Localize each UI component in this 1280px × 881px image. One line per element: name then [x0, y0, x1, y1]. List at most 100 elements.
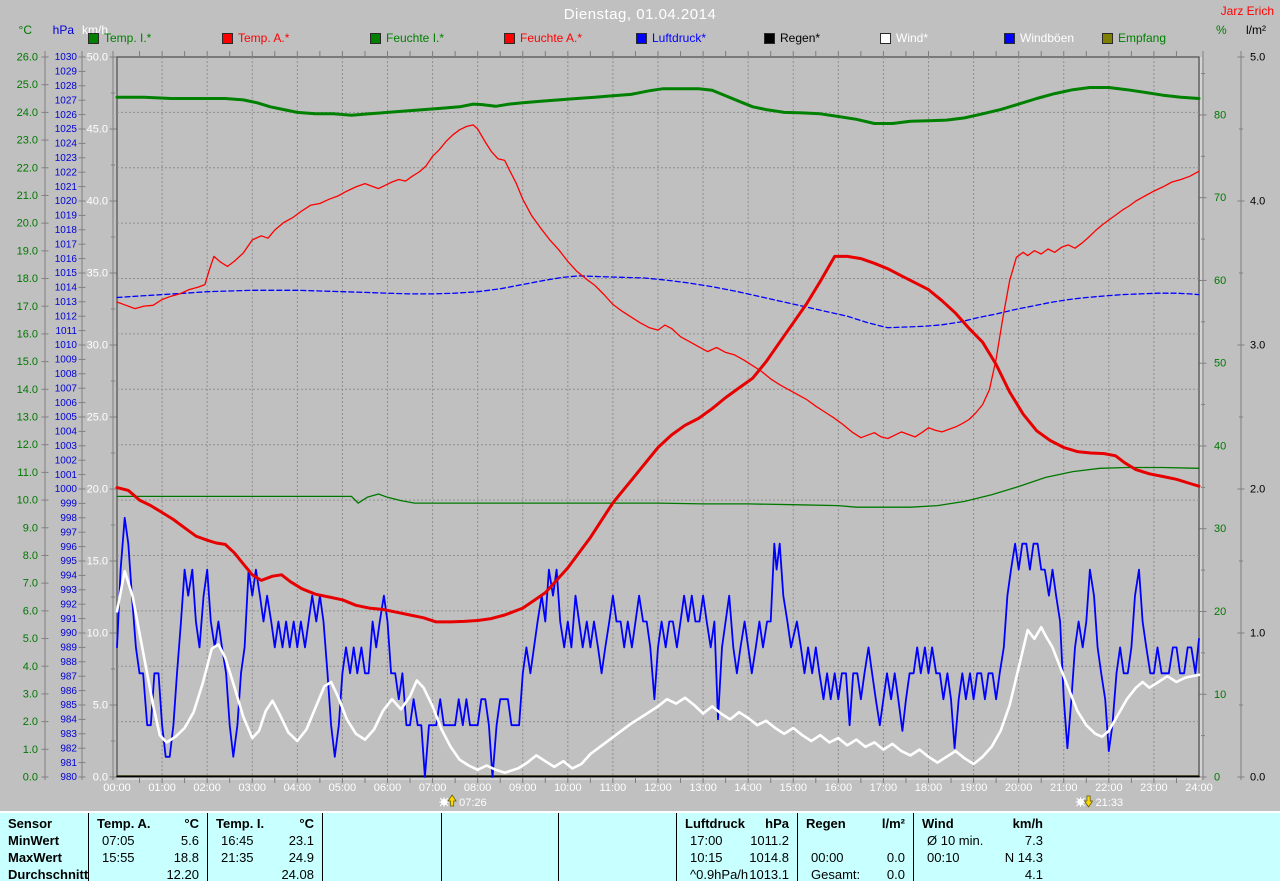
table-cell: 1011.2 [676, 833, 789, 849]
svg-text:1006: 1006 [55, 398, 78, 409]
legend-swatch [1102, 33, 1113, 44]
svg-text:1010: 1010 [55, 340, 78, 351]
svg-text:35.0: 35.0 [87, 268, 108, 280]
weather-app-window: Dienstag, 01.04.2014 Jarz Erich 0.01.02.… [0, 0, 1280, 881]
svg-text:26.0: 26.0 [17, 52, 38, 64]
svg-text:19:00: 19:00 [960, 782, 988, 794]
svg-text:10.0: 10.0 [17, 495, 38, 507]
svg-text:983: 983 [60, 729, 77, 740]
svg-text:30.0: 30.0 [87, 340, 108, 352]
table-cell: hPa [676, 816, 789, 832]
legend-item-feuchte-a-: Feuchte A.* [504, 31, 582, 45]
svg-text:15.0: 15.0 [87, 556, 108, 568]
svg-text:10.0: 10.0 [87, 628, 108, 640]
svg-text:23:00: 23:00 [1140, 782, 1168, 794]
svg-text:1023: 1023 [55, 153, 78, 164]
svg-text:982: 982 [60, 743, 77, 754]
table-cell: N 14.3 [913, 850, 1043, 866]
svg-text:1004: 1004 [55, 427, 78, 438]
svg-text:987: 987 [60, 671, 77, 682]
legend-label: Temp. I.* [104, 31, 151, 45]
table-cell: °C [88, 816, 199, 832]
weather-chart: 0.01.02.03.04.05.06.07.08.09.010.011.012… [0, 0, 1280, 810]
svg-text:60: 60 [1214, 275, 1226, 287]
svg-text:1.0: 1.0 [1250, 628, 1265, 640]
svg-text:24.0: 24.0 [17, 107, 38, 119]
legend-label: Windböen [1020, 31, 1074, 45]
legend-item-luftdruck-: Luftdruck* [636, 31, 706, 45]
table-cell: 12.20 [88, 867, 199, 881]
svg-text:30: 30 [1214, 523, 1226, 535]
svg-text:1022: 1022 [55, 167, 78, 178]
svg-text:16:00: 16:00 [825, 782, 853, 794]
svg-text:0.0: 0.0 [1250, 772, 1265, 784]
svg-text:3.0: 3.0 [1250, 340, 1265, 352]
svg-text:991: 991 [60, 614, 77, 625]
svg-text:02:00: 02:00 [193, 782, 221, 794]
legend-item-wind-: Wind* [880, 31, 928, 45]
svg-text:999: 999 [60, 499, 77, 510]
svg-text:22:00: 22:00 [1095, 782, 1123, 794]
svg-text:1009: 1009 [55, 355, 78, 366]
svg-text:06:00: 06:00 [374, 782, 402, 794]
svg-text:1020: 1020 [55, 196, 78, 207]
svg-text:1028: 1028 [55, 81, 78, 92]
svg-text:981: 981 [60, 758, 77, 769]
axis-pct: 01020304050607080% [1200, 23, 1228, 784]
x-axis-labels: 00:0001:0002:0003:0004:0005:0006:0007:00… [103, 782, 1213, 794]
svg-text:10: 10 [1214, 689, 1226, 701]
svg-text:00:00: 00:00 [103, 782, 131, 794]
svg-text:986: 986 [60, 686, 77, 697]
table-row-label: MinWert [8, 833, 59, 849]
svg-text:994: 994 [60, 571, 77, 582]
svg-text:8.0: 8.0 [23, 550, 38, 562]
table-cell: 24.9 [207, 850, 314, 866]
svg-text:22.0: 22.0 [17, 162, 38, 174]
svg-text:1017: 1017 [55, 239, 78, 250]
legend-item-regen-: Regen* [764, 31, 820, 45]
svg-text:1011: 1011 [55, 326, 77, 337]
svg-text:1015: 1015 [55, 268, 78, 279]
svg-text:1007: 1007 [55, 383, 78, 394]
svg-text:996: 996 [60, 542, 77, 553]
svg-text:2.0: 2.0 [1250, 484, 1265, 496]
stats-table: SensorMinWertMaxWertDurchschnittTemp. A.… [0, 811, 1280, 881]
svg-text:1002: 1002 [55, 455, 78, 466]
svg-text:20: 20 [1214, 606, 1226, 618]
svg-text:25.0: 25.0 [87, 412, 108, 424]
svg-text:1008: 1008 [55, 369, 78, 380]
axis-temp: 0.01.02.03.04.05.06.07.08.09.010.011.012… [17, 23, 49, 784]
sunrise-marker: 07:26 [439, 795, 486, 809]
svg-text:20.0: 20.0 [87, 484, 108, 496]
svg-text:08:00: 08:00 [464, 782, 492, 794]
svg-text:1025: 1025 [55, 124, 78, 135]
legend-label: Wind* [896, 31, 928, 45]
svg-text:11:00: 11:00 [600, 782, 627, 794]
svg-text:1030: 1030 [55, 52, 78, 63]
svg-text:1005: 1005 [55, 412, 78, 423]
svg-text:1013: 1013 [55, 297, 78, 308]
svg-text:5.0: 5.0 [93, 700, 108, 712]
table-cell: 18.8 [88, 850, 199, 866]
svg-text:2.0: 2.0 [23, 716, 38, 728]
legend-swatch [504, 33, 515, 44]
svg-text:80: 80 [1214, 109, 1226, 121]
svg-text:13:00: 13:00 [689, 782, 717, 794]
svg-text:07:26: 07:26 [459, 797, 487, 809]
svg-text:1012: 1012 [55, 311, 78, 322]
legend-swatch [764, 33, 775, 44]
svg-text:1027: 1027 [55, 95, 78, 106]
legend-swatch [88, 33, 99, 44]
svg-text:40: 40 [1214, 440, 1226, 452]
svg-text:07:00: 07:00 [419, 782, 447, 794]
svg-text:18:00: 18:00 [915, 782, 943, 794]
axis-kmh: 0.05.010.015.020.025.030.035.040.045.050… [82, 23, 117, 784]
table-row-label: Sensor [8, 816, 52, 832]
svg-text:23.0: 23.0 [17, 135, 38, 147]
svg-text:11.0: 11.0 [17, 467, 38, 479]
svg-text:09:00: 09:00 [509, 782, 537, 794]
table-cell: 1014.8 [676, 850, 789, 866]
svg-text:993: 993 [60, 585, 77, 596]
svg-text:25.0: 25.0 [17, 79, 38, 91]
svg-text:7.0: 7.0 [23, 578, 38, 590]
